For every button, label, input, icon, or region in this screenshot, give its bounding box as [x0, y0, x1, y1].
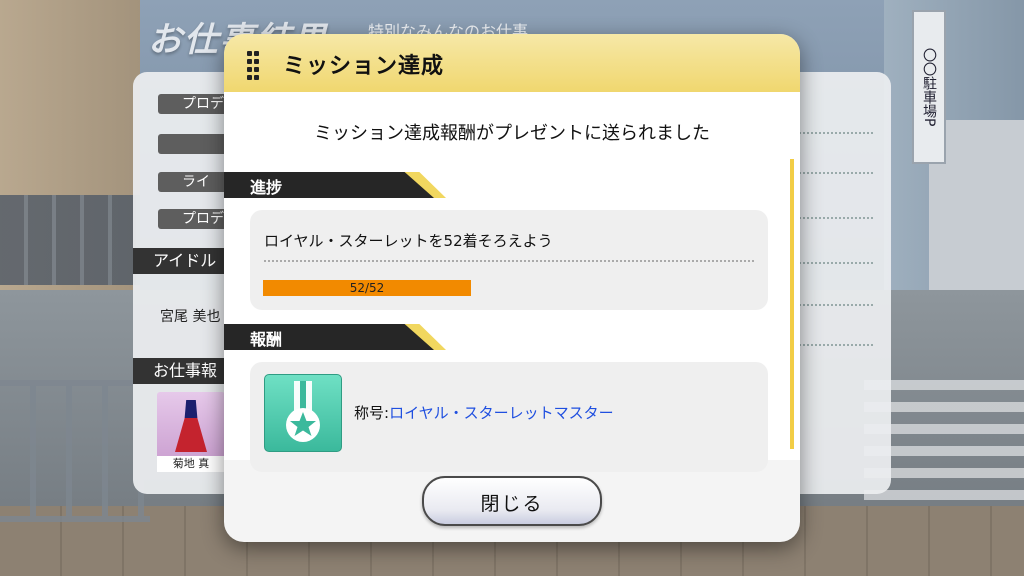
- mission-name: ロイヤル・スターレットを52着そろえよう: [264, 232, 553, 250]
- dialog-body[interactable]: ミッション達成報酬がプレゼントに送られました 進捗 ロイヤル・スターレットを52…: [224, 92, 800, 472]
- medal-star-icon: [264, 374, 342, 452]
- reward-card: 称号:ロイヤル・スターレットマスター: [250, 362, 768, 472]
- costume-icon: [175, 400, 207, 452]
- reward-prefix: 称号:: [354, 404, 390, 422]
- guard-rail: [0, 380, 150, 522]
- mission-card: ロイヤル・スターレットを52着そろえよう 52/52: [250, 210, 768, 310]
- costume-item: 菊地 真: [157, 392, 225, 472]
- reward-section-heading: 報酬: [224, 324, 446, 350]
- parking-sign: 〇〇駐車場P: [912, 10, 946, 164]
- divider: [264, 260, 754, 262]
- progress-heading-label: 進捗: [250, 178, 283, 197]
- scrollbar-thumb[interactable]: [790, 159, 794, 449]
- building-left: [0, 0, 140, 300]
- close-button-label: 閉じる: [480, 493, 544, 515]
- mission-complete-dialog: ミッション達成 ミッション達成報酬がプレゼントに送られました 進捗 ロイヤル・ス…: [224, 34, 800, 542]
- dialog-header: ミッション達成: [224, 34, 800, 92]
- progress-section-heading: 進捗: [224, 172, 446, 198]
- reward-title-link[interactable]: ロイヤル・スターレットマスター: [389, 404, 614, 422]
- dialog-scrollbar[interactable]: [790, 159, 794, 449]
- close-button[interactable]: 閉じる: [422, 476, 602, 526]
- reward-heading-label: 報酬: [250, 330, 283, 349]
- progress-bar: 52/52: [263, 280, 471, 296]
- costume-caption: 菊地 真: [157, 456, 225, 472]
- progress-text: 52/52: [349, 281, 385, 295]
- grip-icon: [247, 51, 259, 80]
- dialog-title: ミッション達成: [283, 54, 445, 79]
- dialog-message: ミッション達成報酬がプレゼントに送られました: [314, 123, 710, 144]
- idol-name: 宮尾 美也: [160, 309, 221, 325]
- reward-label: 称号:ロイヤル・スターレットマスター: [354, 402, 614, 423]
